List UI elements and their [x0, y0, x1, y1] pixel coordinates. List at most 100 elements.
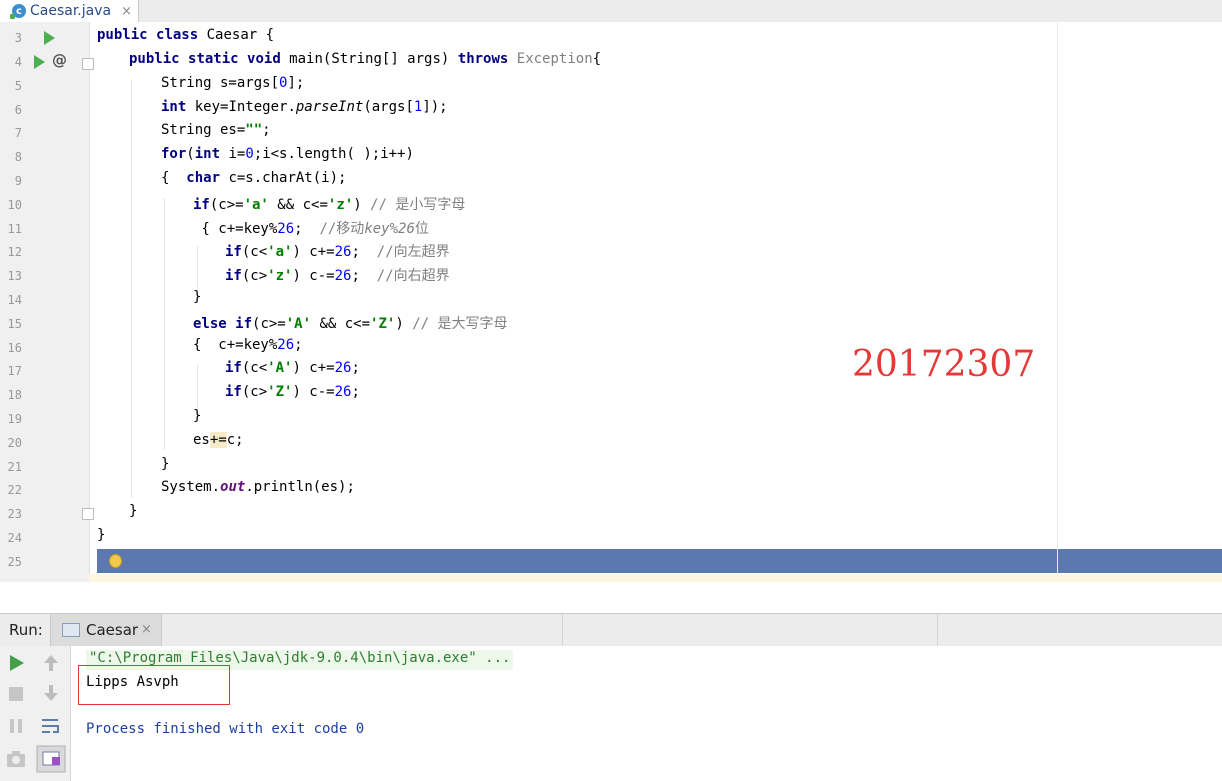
close-icon[interactable]: ×	[141, 622, 152, 637]
fold-icon[interactable]	[82, 508, 94, 520]
code-token: (c>=	[252, 316, 286, 332]
code-token: }	[193, 408, 202, 424]
code-line-21: }	[161, 456, 169, 480]
code-line-9: { char c=s.charAt(i);	[161, 170, 346, 194]
kw-static: static	[188, 51, 239, 67]
fold-icon[interactable]	[82, 58, 94, 70]
arrow-up-icon[interactable]	[43, 654, 59, 672]
code-token: ;i<s.length( );i++)	[253, 146, 414, 162]
run-tab-caesar[interactable]: Caesar ×	[50, 614, 162, 646]
code-token: 'Z'	[370, 316, 396, 332]
pin-tab-icon[interactable]	[36, 745, 66, 773]
code-token: (c>	[241, 384, 268, 400]
code-token: }	[193, 289, 202, 305]
code-token: +=	[209, 432, 227, 448]
code-token: 'a'	[267, 244, 293, 260]
code-token: key=Integer.	[186, 99, 296, 115]
code-token: }	[161, 456, 170, 472]
code-token: if	[225, 360, 242, 376]
code-token: .println(es);	[245, 479, 355, 495]
code-token: ;	[351, 384, 360, 400]
code-line-19: }	[193, 408, 201, 432]
stop-icon[interactable]	[8, 686, 24, 702]
code-line-5: String s=args[0];	[161, 75, 304, 99]
code-token: //向左超界	[376, 244, 450, 260]
intention-bulb-icon[interactable]	[109, 554, 122, 568]
code-token: (c<	[241, 244, 268, 260]
line-number: 16	[7, 341, 22, 355]
current-line-highlight-margin	[1058, 549, 1222, 573]
arrow-down-icon[interactable]	[43, 684, 59, 702]
code-token: 'A'	[285, 316, 312, 332]
override-marker-icon[interactable]: @	[52, 51, 67, 69]
editor-tab-bar: c Caesar.java ×	[0, 0, 1222, 23]
line-number: 21	[7, 460, 22, 474]
file-tab-caesar[interactable]: c Caesar.java ×	[0, 0, 139, 22]
editor-gutter: 3 4 5 6 7 8 9 10 11 12 13 14 15 16 17 18…	[0, 22, 94, 582]
brace: {	[592, 51, 602, 67]
code-token: if	[235, 316, 253, 332]
line-number: 5	[14, 79, 22, 93]
pause-icon[interactable]	[8, 718, 24, 734]
soft-wrap-icon[interactable]	[40, 717, 62, 735]
watermark-student-id: 20172307	[852, 344, 1036, 385]
line-number: 13	[7, 269, 22, 283]
code-token: ;	[351, 360, 360, 376]
kw-class: class	[156, 27, 199, 43]
code-token: {	[161, 170, 187, 186]
close-icon[interactable]: ×	[121, 4, 132, 19]
code-line-12: if(c<'a') c+=26; //向左超界	[225, 241, 450, 265]
code-token: for	[161, 146, 187, 162]
code-line-11: { c+=key%26; //移动key%26位	[193, 218, 429, 242]
run-panel-header: Run: Caesar ×	[0, 613, 1222, 647]
code-token: ;	[294, 221, 320, 237]
code-line-15: else if(c>='A' && c<='Z') // 是大写字母	[193, 313, 508, 337]
console-exit-message: Process finished with exit code 0	[86, 721, 365, 737]
code-line-14: }	[193, 289, 201, 313]
code-token: //移动	[319, 221, 365, 237]
code-token: ;	[351, 268, 377, 284]
run-tab-label: Caesar	[86, 621, 139, 639]
line-number: 15	[7, 317, 22, 331]
kw-public: public	[129, 51, 180, 67]
code-line-3: public class Caesar {	[97, 27, 274, 51]
code-token: ) c-=	[292, 384, 335, 400]
code-line-10: if(c>='a' && c<='z') // 是小写字母	[193, 194, 465, 218]
code-line-18: if(c>'Z') c-=26;	[225, 384, 360, 408]
code-token: if	[225, 244, 242, 260]
code-editor[interactable]: 3 4 5 6 7 8 9 10 11 12 13 14 15 16 17 18…	[0, 22, 1222, 582]
kw-public: public	[97, 27, 148, 43]
code-token: 'A'	[267, 360, 293, 376]
code-token: 位	[414, 221, 429, 237]
code-token: es	[193, 432, 210, 448]
run-main-icon[interactable]	[34, 55, 45, 69]
code-token: // 是小写字母	[370, 197, 466, 213]
code-token: 'z'	[267, 268, 293, 284]
line-number: 4	[14, 55, 22, 69]
code-token: (args[	[363, 99, 414, 115]
line-number: 7	[14, 126, 22, 140]
code-token: }	[129, 503, 138, 519]
camera-icon[interactable]	[6, 750, 26, 768]
code-token: && c<=	[311, 316, 371, 332]
code-token: if	[193, 197, 210, 213]
code-line-16: { c+=key%26;	[193, 337, 303, 361]
code-line-23: }	[129, 503, 137, 527]
rerun-icon[interactable]	[9, 654, 25, 672]
run-class-icon[interactable]	[44, 31, 55, 45]
code-token: c=s.charAt(i);	[220, 170, 347, 186]
line-number: 9	[14, 174, 22, 188]
console-output[interactable]: "C:\Program Files\Java\jdk-9.0.4\bin\jav…	[71, 646, 1222, 781]
code-token: key%26	[364, 221, 415, 237]
code-line-8: for(int i=0;i<s.length( );i++)	[161, 146, 414, 170]
code-token: char	[186, 170, 221, 186]
code-token: 'a'	[243, 197, 269, 213]
code-token: ];	[287, 75, 305, 91]
run-toolbar	[0, 646, 71, 781]
code-line-24: }	[97, 527, 105, 551]
code-token: if	[225, 268, 242, 284]
indent-guide	[164, 198, 165, 450]
current-line-highlight	[97, 549, 1057, 573]
code-line-4: public static void main(String[] args) t…	[129, 51, 601, 75]
